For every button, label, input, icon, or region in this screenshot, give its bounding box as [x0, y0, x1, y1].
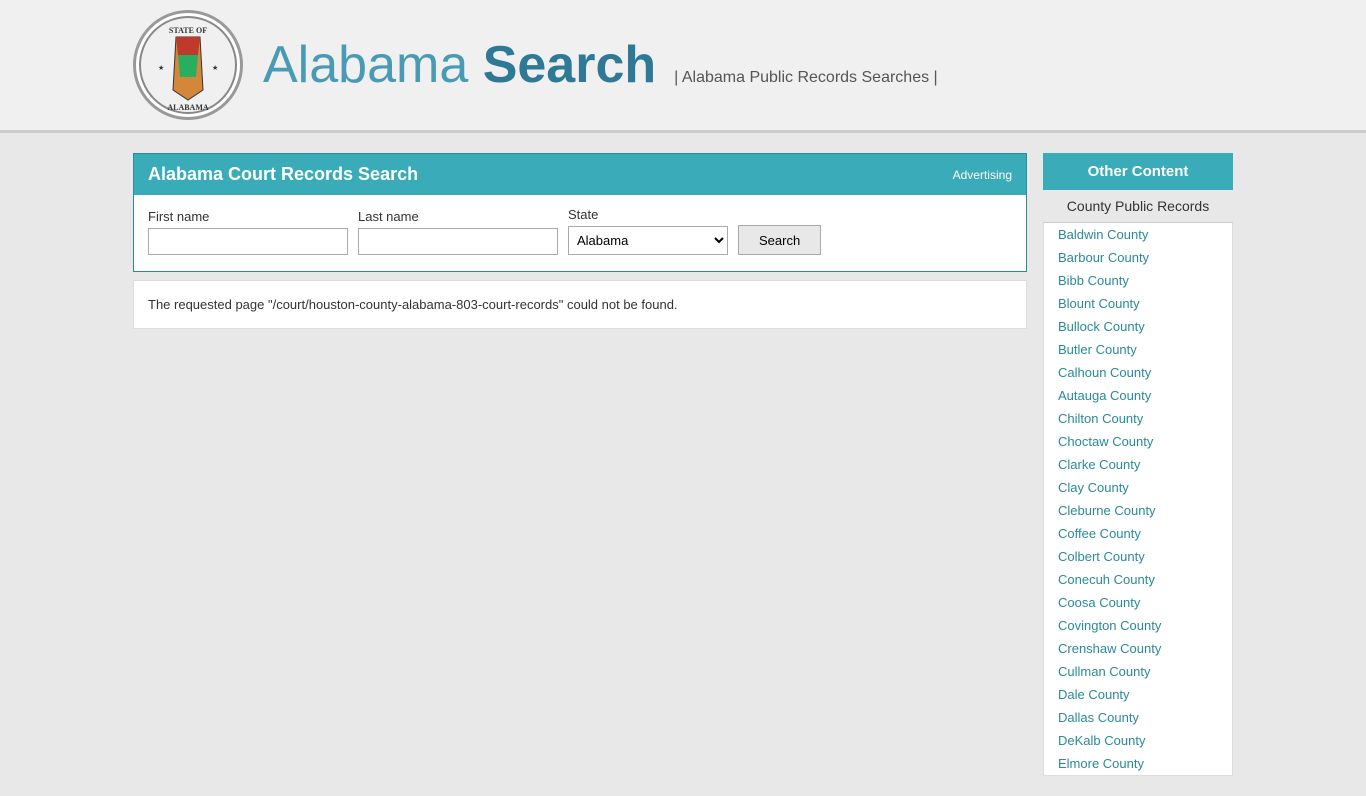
sidebar-header: Other Content: [1043, 153, 1233, 190]
list-item: Clarke County: [1044, 453, 1232, 476]
list-item: Covington County: [1044, 614, 1232, 637]
county-link[interactable]: Autauga County: [1044, 384, 1232, 407]
list-item: Conecuh County: [1044, 568, 1232, 591]
svg-text:ALABAMA: ALABAMA: [167, 103, 209, 112]
list-item: Chilton County: [1044, 407, 1232, 430]
county-link[interactable]: Cleburne County: [1044, 499, 1232, 522]
list-item: Dallas County: [1044, 706, 1232, 729]
county-list: Baldwin CountyBarbour CountyBibb CountyB…: [1043, 223, 1233, 776]
county-link[interactable]: Chilton County: [1044, 407, 1232, 430]
search-form-container: Alabama Court Records Search Advertising…: [133, 153, 1027, 272]
county-link[interactable]: Baldwin County: [1044, 223, 1232, 246]
list-item: Baldwin County: [1044, 223, 1232, 246]
county-link[interactable]: Barbour County: [1044, 246, 1232, 269]
county-link[interactable]: Coffee County: [1044, 522, 1232, 545]
site-logo: STATE OF ALABAMA ★ ★: [133, 10, 243, 120]
error-text: The requested page "/court/houston-count…: [148, 297, 1012, 312]
county-link[interactable]: DeKalb County: [1044, 729, 1232, 752]
error-message-box: The requested page "/court/houston-count…: [133, 280, 1027, 329]
county-link[interactable]: Coosa County: [1044, 591, 1232, 614]
county-link[interactable]: Covington County: [1044, 614, 1232, 637]
county-link[interactable]: Elmore County: [1044, 752, 1232, 775]
county-link[interactable]: Clay County: [1044, 476, 1232, 499]
list-item: Bibb County: [1044, 269, 1232, 292]
list-item: Crenshaw County: [1044, 637, 1232, 660]
county-link[interactable]: Bullock County: [1044, 315, 1232, 338]
list-item: Cullman County: [1044, 660, 1232, 683]
list-item: Dale County: [1044, 683, 1232, 706]
last-name-label: Last name: [358, 209, 558, 224]
first-name-input[interactable]: [148, 228, 348, 255]
state-select[interactable]: AlabamaAlaskaArizonaArkansasCaliforniaCo…: [568, 226, 728, 255]
svg-text:★: ★: [212, 64, 218, 72]
list-item: Elmore County: [1044, 752, 1232, 775]
county-link[interactable]: Conecuh County: [1044, 568, 1232, 591]
list-item: Colbert County: [1044, 545, 1232, 568]
search-button[interactable]: Search: [738, 225, 821, 255]
county-link[interactable]: Cullman County: [1044, 660, 1232, 683]
list-item: Clay County: [1044, 476, 1232, 499]
county-link[interactable]: Bibb County: [1044, 269, 1232, 292]
list-item: Bullock County: [1044, 315, 1232, 338]
list-item: Butler County: [1044, 338, 1232, 361]
list-item: Calhoun County: [1044, 361, 1232, 384]
county-link[interactable]: Choctaw County: [1044, 430, 1232, 453]
county-records-header: County Public Records: [1043, 190, 1233, 223]
list-item: Coosa County: [1044, 591, 1232, 614]
list-item: Coffee County: [1044, 522, 1232, 545]
advertising-label: Advertising: [953, 168, 1012, 182]
main-content: Alabama Court Records Search Advertising…: [133, 153, 1027, 329]
county-link[interactable]: Clarke County: [1044, 453, 1232, 476]
site-subtitle: | Alabama Public Records Searches |: [674, 69, 938, 87]
state-label: State: [568, 207, 728, 222]
county-link[interactable]: Blount County: [1044, 292, 1232, 315]
county-link[interactable]: Dale County: [1044, 683, 1232, 706]
county-link[interactable]: Butler County: [1044, 338, 1232, 361]
county-link[interactable]: Dallas County: [1044, 706, 1232, 729]
list-item: Barbour County: [1044, 246, 1232, 269]
first-name-label: First name: [148, 209, 348, 224]
county-link[interactable]: Calhoun County: [1044, 361, 1232, 384]
search-form-title: Alabama Court Records Search: [148, 164, 418, 185]
county-link[interactable]: Colbert County: [1044, 545, 1232, 568]
list-item: DeKalb County: [1044, 729, 1232, 752]
svg-text:★: ★: [158, 64, 164, 72]
list-item: Cleburne County: [1044, 499, 1232, 522]
sidebar: Other Content County Public Records Bald…: [1043, 153, 1233, 776]
last-name-input[interactable]: [358, 228, 558, 255]
list-item: Blount County: [1044, 292, 1232, 315]
list-item: Autauga County: [1044, 384, 1232, 407]
county-link[interactable]: Crenshaw County: [1044, 637, 1232, 660]
site-header: STATE OF ALABAMA ★ ★ Alabama Search | Al…: [0, 0, 1366, 133]
svg-text:STATE OF: STATE OF: [169, 26, 207, 35]
site-title: Alabama Search: [263, 35, 656, 95]
list-item: Choctaw County: [1044, 430, 1232, 453]
